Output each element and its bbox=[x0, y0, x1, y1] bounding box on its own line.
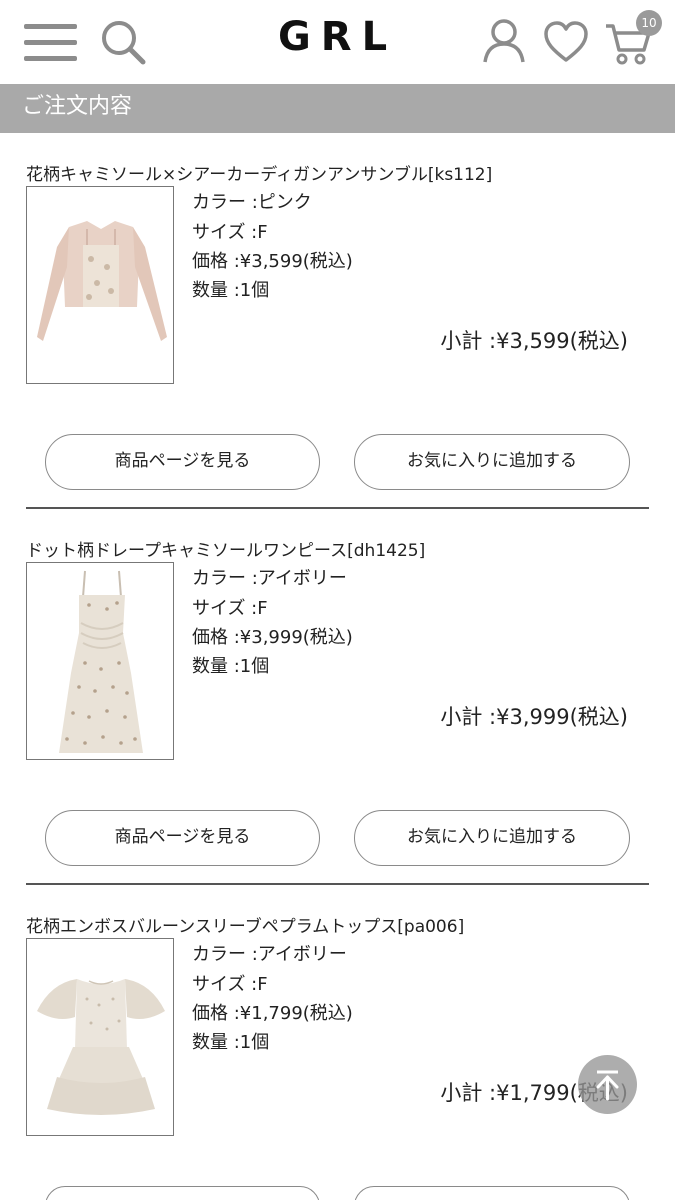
add-to-favorites-button[interactable]: お気に入りに追加する bbox=[354, 434, 630, 490]
user-icon[interactable] bbox=[482, 18, 526, 64]
arrow-up-icon bbox=[596, 1070, 619, 1101]
item-subtotal: 小計 :¥3,999(税込) bbox=[440, 705, 628, 729]
item-price: 価格 :¥3,599(税込) bbox=[192, 251, 353, 272]
item-size: サイズ :F bbox=[192, 974, 268, 995]
order-item: 花柄キャミソール×シアーカーディガンアンサンブル[ks112] カラー :ピンク… bbox=[0, 160, 675, 510]
order-contents-heading: ご注文内容 bbox=[0, 84, 675, 133]
item-divider bbox=[26, 507, 649, 509]
item-divider bbox=[26, 883, 649, 885]
order-item: 花柄エンボスバルーンスリーブペプラムトップス[pa006] カラー :アイボリー… bbox=[0, 912, 675, 1200]
item-size: サイズ :F bbox=[192, 598, 268, 619]
item-subtotal: 小計 :¥3,599(税込) bbox=[440, 329, 628, 353]
site-header: GRL 10 bbox=[0, 0, 675, 84]
item-quantity: 数量 :1個 bbox=[192, 280, 270, 301]
section-title: ご注文内容 bbox=[22, 94, 133, 119]
item-color: カラー :アイボリー bbox=[192, 944, 347, 965]
item-price: 価格 :¥1,799(税込) bbox=[192, 1003, 353, 1024]
view-product-page-button[interactable] bbox=[45, 1186, 320, 1200]
product-image[interactable] bbox=[26, 186, 174, 384]
cart-count-badge: 10 bbox=[636, 10, 662, 36]
item-color: カラー :ピンク bbox=[192, 192, 312, 213]
product-image[interactable] bbox=[26, 562, 174, 760]
item-color: カラー :アイボリー bbox=[192, 568, 347, 589]
item-name[interactable]: 花柄キャミソール×シアーカーディガンアンサンブル[ks112] bbox=[26, 160, 492, 185]
item-price: 価格 :¥3,999(税込) bbox=[192, 627, 353, 648]
view-product-page-button[interactable]: 商品ページを見る bbox=[45, 434, 320, 490]
item-name[interactable]: 花柄エンボスバルーンスリーブペプラムトップス[pa006] bbox=[26, 912, 464, 937]
heart-icon[interactable] bbox=[543, 20, 589, 64]
view-product-page-button[interactable]: 商品ページを見る bbox=[45, 810, 320, 866]
add-to-favorites-button[interactable]: お気に入りに追加する bbox=[354, 810, 630, 866]
add-to-favorites-button[interactable] bbox=[354, 1186, 630, 1200]
item-quantity: 数量 :1個 bbox=[192, 1032, 270, 1053]
item-name[interactable]: ドット柄ドレープキャミソールワンピース[dh1425] bbox=[26, 536, 425, 561]
product-image[interactable] bbox=[26, 938, 174, 1136]
item-quantity: 数量 :1個 bbox=[192, 656, 270, 677]
item-size: サイズ :F bbox=[192, 222, 268, 243]
order-item: ドット柄ドレープキャミソールワンピース[dh1425] カラー :アイボリー サ… bbox=[0, 536, 675, 886]
scroll-to-top-button[interactable] bbox=[578, 1055, 637, 1114]
